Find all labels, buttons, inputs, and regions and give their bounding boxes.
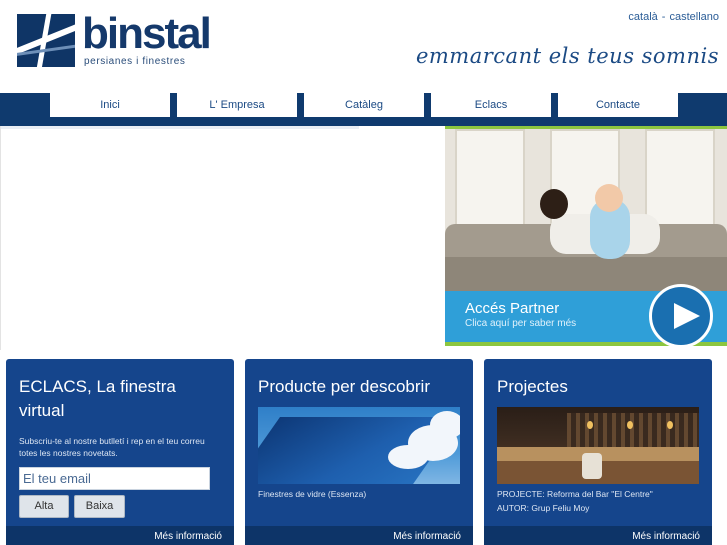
- subscribe-button[interactable]: Alta: [19, 495, 69, 518]
- slogan: emmarcant els teus somnis: [415, 44, 719, 68]
- main-nav: Inici L' Empresa Catàleg Eclacs Contacte: [0, 93, 727, 126]
- product-image[interactable]: [258, 407, 460, 484]
- nav-item-inici[interactable]: Inici: [50, 93, 170, 117]
- email-field[interactable]: [19, 467, 210, 490]
- nav-item-cataleg[interactable]: Catàleg: [304, 93, 424, 117]
- nav-item-eclacs[interactable]: Eclacs: [431, 93, 551, 117]
- partner-title: Accés Partner: [465, 300, 560, 317]
- nav-item-contacte[interactable]: Contacte: [558, 93, 678, 117]
- logo-wordmark[interactable]: binstal: [82, 12, 212, 56]
- card-footer: Més informació: [245, 526, 473, 545]
- product-title: Producte per descobrir: [258, 377, 430, 396]
- arrow-right-icon[interactable]: [649, 284, 713, 348]
- eclacs-card: ECLACS, La finestra virtual Subscriu-te …: [6, 359, 234, 545]
- partner-subtitle: Clica aquí per saber més: [465, 318, 577, 329]
- more-info-link[interactable]: Més informació: [154, 531, 222, 542]
- language-switcher: català - castellano: [628, 11, 719, 23]
- product-card: Producte per descobrir Finestres de vidr…: [245, 359, 473, 545]
- more-info-link[interactable]: Més informació: [393, 531, 461, 542]
- lang-separator: -: [661, 11, 666, 23]
- project-author: AUTOR: Grup Feliu Moy: [497, 503, 590, 513]
- project-image[interactable]: [497, 407, 699, 484]
- project-name: PROJECTE: Reforma del Bar "El Centre": [497, 489, 653, 499]
- product-caption: Finestres de vidre (Essenza): [258, 489, 367, 499]
- lang-castellano-link[interactable]: castellano: [669, 11, 719, 23]
- family-photo: [445, 126, 727, 291]
- more-info-link[interactable]: Més informació: [632, 531, 700, 542]
- lang-catala-link[interactable]: català: [628, 11, 657, 23]
- unsubscribe-button[interactable]: Baixa: [74, 495, 125, 518]
- nav-item-empresa[interactable]: L' Empresa: [177, 93, 297, 117]
- banner-placeholder: [0, 126, 445, 350]
- card-footer: Més informació: [6, 526, 234, 545]
- partner-access-banner[interactable]: Accés Partner Clica aquí per saber més: [445, 284, 727, 348]
- projects-title: Projectes: [497, 377, 568, 396]
- card-footer: Més informació: [484, 526, 712, 545]
- logo-mark[interactable]: [17, 14, 75, 67]
- projects-card: Projectes PROJECTE: Reforma del Bar "El …: [484, 359, 712, 545]
- logo-tagline: persianes i finestres: [84, 56, 186, 67]
- eclacs-title: ECLACS, La finestra virtual: [19, 377, 176, 420]
- eclacs-description: Subscriu-te al nostre butlletí i rep en …: [19, 436, 205, 458]
